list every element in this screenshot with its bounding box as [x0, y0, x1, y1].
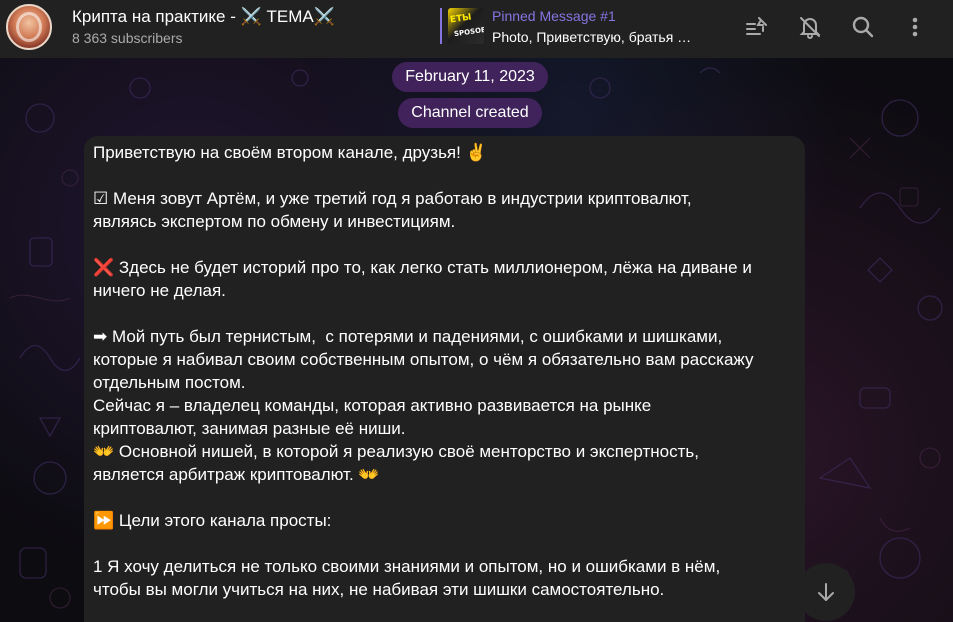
pinned-message-preview: Photo, Приветствую, братья …	[492, 28, 692, 45]
pinned-message-title: Pinned Message #1	[492, 7, 616, 24]
chat-header: Крипта на практике - ⚔️ TEMA⚔️ 8 363 sub…	[0, 0, 953, 58]
message-line	[93, 486, 796, 509]
message-line: чтобы вы могли учиться на них, не набива…	[93, 580, 665, 599]
message-line: ⏩ Цели этого канала просты:	[93, 511, 332, 530]
message-line: Сейчас я – владелец команды, которая акт…	[93, 396, 652, 415]
message-line: криптовалют, занимая разные её ниши.	[93, 419, 406, 438]
message-bubble[interactable]: Приветствую на своём втором канале, друз…	[84, 136, 805, 622]
bell-muted-icon	[799, 17, 821, 39]
arrow-down-icon	[818, 583, 834, 601]
message-line	[93, 164, 796, 187]
scroll-to-bottom-button[interactable]	[797, 563, 855, 621]
message-line	[93, 233, 796, 256]
message-line: 1 Я хочу делиться не только своими знани…	[93, 557, 721, 576]
message-line: отдельным постом.	[93, 373, 246, 392]
mute-button[interactable]	[795, 12, 825, 42]
pinned-messages-icon	[746, 17, 767, 35]
message-line: ➡ Мой путь был тернистым, с потерями и п…	[93, 327, 723, 346]
date-separator: February 11, 2023	[392, 62, 548, 92]
pinned-thumb-text-2: SPOSOB	[453, 25, 484, 39]
pinned-messages-button[interactable]	[742, 12, 772, 42]
pinned-thumbnail: ЕТЫ SPOSOB	[448, 8, 484, 44]
search-icon	[852, 16, 874, 38]
more-menu-button[interactable]	[900, 12, 930, 42]
search-button[interactable]	[848, 12, 878, 42]
message-line	[93, 532, 796, 555]
pinned-message-bar[interactable]: ЕТЫ SPOSOB Pinned Message #1 Photo, Прив…	[440, 7, 710, 45]
message-line: является арбитраж криптовалют. 👐	[93, 465, 380, 484]
message-line: Приветствую на своём втором канале, друз…	[93, 143, 487, 162]
message-line: являясь экспертом по обмену и инвестиция…	[93, 212, 456, 231]
message-line: ничего не делая.	[93, 281, 226, 300]
message-line: ☑ Меня зовут Артём, и уже третий год я р…	[93, 189, 692, 208]
channel-created-notice: Channel created	[398, 98, 542, 128]
message-text: Приветствую на своём втором канале, друз…	[93, 141, 796, 601]
channel-title[interactable]: Крипта на практике - ⚔️ TEMA⚔️	[72, 7, 335, 27]
subscriber-count: 8 363 subscribers	[72, 30, 183, 46]
message-line: которые я набивал своим собственным опыт…	[93, 350, 754, 369]
pinned-thumb-text-1: ЕТЫ	[449, 12, 473, 26]
message-line	[93, 302, 796, 325]
message-line: ❌ Здесь не будет историй про то, как лег…	[93, 258, 752, 277]
channel-avatar[interactable]	[6, 4, 52, 50]
more-vertical-icon	[912, 17, 918, 37]
message-line: 👐 Основной нишей, в которой я реализую с…	[93, 442, 699, 461]
